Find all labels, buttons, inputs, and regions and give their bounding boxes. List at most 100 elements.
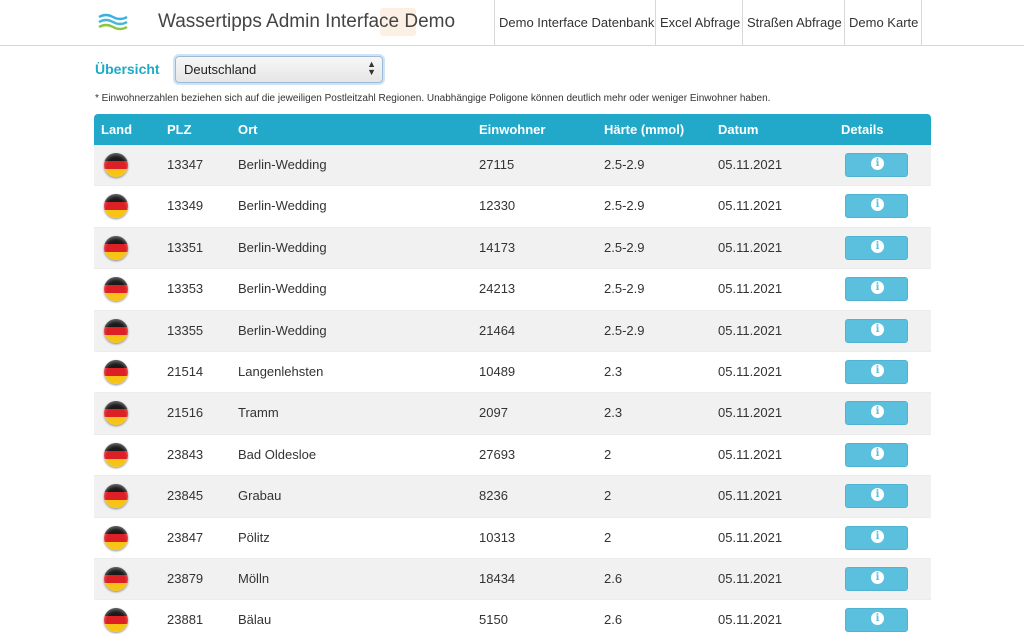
table-row: 21514 Langenlehsten 10489 2.3 05.11.2021 i: [94, 351, 931, 394]
cell-einwohner: 2097: [479, 405, 508, 421]
column-header-land[interactable]: Land: [101, 122, 132, 137]
details-button[interactable]: i: [845, 153, 908, 177]
cell-haerte: 2.3: [604, 363, 623, 379]
cell-haerte: 2: [604, 488, 612, 504]
cell-datum: 05.11.2021: [718, 157, 783, 172]
cell-haerte: 2.6: [604, 570, 623, 586]
cell-einwohner: 10489: [479, 363, 516, 379]
cell-plz: 21514: [167, 363, 204, 379]
nav-demo-karte[interactable]: Demo Karte: [844, 0, 922, 45]
details-button[interactable]: i: [845, 442, 908, 467]
germany-flag-icon: [104, 194, 128, 219]
details-button[interactable]: i: [845, 401, 908, 426]
column-header-ort[interactable]: Ort: [238, 122, 258, 137]
germany-flag-icon: [104, 277, 128, 302]
info-icon: i: [871, 281, 884, 295]
column-header-details: Details: [841, 122, 884, 137]
info-icon: i: [871, 612, 884, 626]
details-button[interactable]: i: [845, 525, 908, 550]
table-body: 13347 Berlin-Wedding 27115 2.5-2.9 05.11.202…: [94, 145, 931, 634]
cell-haerte: 2.6: [604, 612, 623, 628]
cell-datum: 05.11.2021: [718, 488, 783, 504]
germany-flag-icon: [104, 525, 128, 550]
details-button[interactable]: i: [845, 566, 908, 591]
cell-ort: Berlin-Wedding: [238, 157, 327, 172]
info-icon: i: [871, 239, 884, 253]
details-button[interactable]: i: [845, 277, 908, 302]
table-row: 23879 Mölln 18434 2.6 05.11.2021 i: [94, 558, 931, 601]
cell-datum: 05.11.2021: [718, 322, 783, 338]
brand-title[interactable]: Wassertipps Admin Interface Demo: [158, 11, 455, 33]
nav-strassen-abfrage[interactable]: Straßen Abfrage: [742, 0, 844, 45]
top-navbar: Wassertipps Admin Interface Demo Demo In…: [0, 0, 1024, 46]
cell-datum: 05.11.2021: [718, 529, 783, 545]
population-footnote: * Einwohnerzahlen beziehen sich auf die …: [95, 93, 771, 104]
info-icon: i: [871, 570, 884, 584]
table-row: 23843 Bad Oldesloe 27693 2 05.11.2021 i: [94, 434, 931, 477]
nav-demo-interface-datenbank[interactable]: Demo Interface Datenbank: [494, 0, 655, 45]
cell-einwohner: 5150: [479, 612, 508, 628]
cell-einwohner: 18434: [479, 570, 516, 586]
table-row: 21516 Tramm 2097 2.3 05.11.2021 i: [94, 393, 931, 435]
column-header-datum[interactable]: Datum: [718, 122, 758, 137]
germany-flag-icon: [104, 401, 128, 426]
cell-datum: 05.11.2021: [718, 405, 783, 421]
cell-haerte: 2.5-2.9: [604, 198, 645, 214]
table-row: 13355 Berlin-Wedding 21464 2.5-2.9 05.11.202…: [94, 310, 931, 352]
germany-flag-icon: [104, 484, 128, 509]
nav-excel-abfrage[interactable]: Excel Abfrage: [655, 0, 742, 45]
cell-ort: Berlin-Wedding: [238, 281, 327, 297]
details-button[interactable]: i: [845, 608, 908, 633]
cell-datum: 05.11.2021: [718, 239, 783, 255]
main-nav: Demo Interface Datenbank Excel Abfrage S…: [494, 0, 922, 45]
cell-haerte: 2.5-2.9: [604, 157, 645, 172]
country-select-value: Deutschland: [184, 62, 257, 77]
cell-ort: Bad Oldesloe: [238, 446, 317, 462]
cell-ort: Pölitz: [238, 529, 270, 545]
table-row: 13349 Berlin-Wedding 12330 2.5-2.9 05.11.202…: [94, 186, 931, 228]
column-header-haerte[interactable]: Härte (mmol): [604, 122, 684, 137]
column-header-einwohner[interactable]: Einwohner: [479, 122, 545, 137]
cell-haerte: 2.5-2.9: [604, 239, 645, 255]
cell-plz: 23879: [167, 570, 204, 586]
cell-einwohner: 21464: [479, 322, 516, 338]
cell-plz: 23845: [167, 488, 204, 504]
table-row: 13351 Berlin-Wedding 14173 2.5-2.9 05.11.202…: [94, 227, 931, 270]
germany-flag-icon: [104, 442, 128, 467]
overview-label: Übersicht: [95, 61, 160, 77]
details-button[interactable]: i: [845, 194, 908, 219]
country-select[interactable]: Deutschland ▲ ▼: [175, 56, 383, 83]
details-button[interactable]: i: [845, 235, 908, 260]
germany-flag-icon: [104, 566, 128, 591]
water-hardness-table: Land PLZ Ort Einwohner Härte (mmol) Datu…: [94, 114, 931, 634]
info-icon: i: [871, 322, 884, 336]
table-row: 23847 Pölitz 10313 2 05.11.2021 i: [94, 517, 931, 559]
water-waves-logo-icon[interactable]: [98, 12, 128, 32]
cell-ort: Mölln: [238, 570, 270, 586]
table-row: 13353 Berlin-Wedding 24213 2.5-2.9 05.11.202…: [94, 269, 931, 311]
cell-einwohner: 10313: [479, 529, 516, 545]
cell-ort: Langenlehsten: [238, 363, 324, 379]
cell-einwohner: 14173: [479, 239, 516, 255]
cell-datum: 05.11.2021: [718, 281, 783, 297]
cell-plz: 13355: [167, 322, 204, 338]
info-icon: i: [871, 198, 884, 212]
table-header: Land PLZ Ort Einwohner Härte (mmol) Datu…: [94, 114, 931, 145]
cell-haerte: 2: [604, 446, 612, 462]
cell-haerte: 2.3: [604, 405, 623, 421]
details-button[interactable]: i: [845, 318, 908, 343]
info-icon: i: [871, 157, 884, 170]
info-icon: i: [871, 488, 884, 502]
table-row: 23845 Grabau 8236 2 05.11.2021 i: [94, 476, 931, 518]
cell-haerte: 2.5-2.9: [604, 281, 645, 297]
cell-einwohner: 8236: [479, 488, 508, 504]
germany-flag-icon: [104, 608, 128, 633]
column-header-plz[interactable]: PLZ: [167, 122, 192, 137]
cell-einwohner: 27693: [479, 446, 516, 462]
cell-einwohner: 27115: [479, 157, 515, 172]
cell-plz: 13353: [167, 281, 204, 297]
details-button[interactable]: i: [845, 359, 908, 384]
cell-datum: 05.11.2021: [718, 363, 783, 379]
details-button[interactable]: i: [845, 484, 908, 509]
info-icon: i: [871, 446, 884, 460]
